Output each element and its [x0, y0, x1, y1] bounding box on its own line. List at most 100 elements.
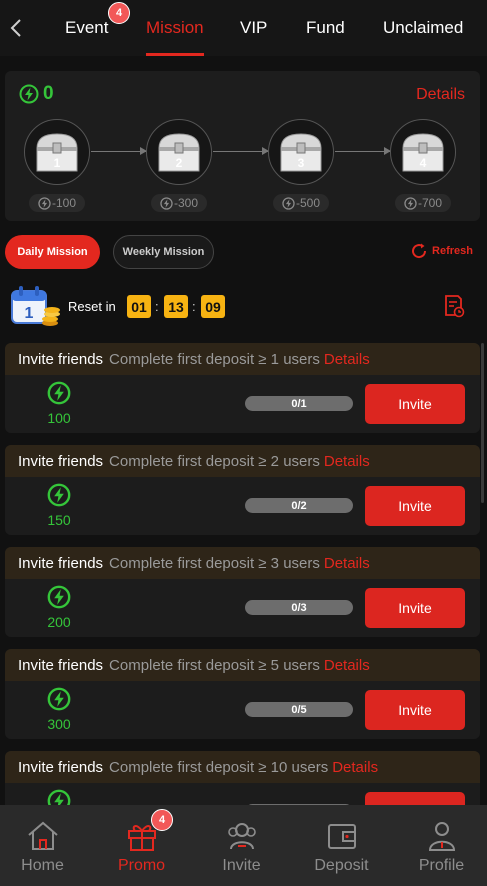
mission-title: Invite friends	[18, 656, 104, 674]
tab-event-label: Event	[65, 18, 109, 37]
timer-separator: :	[192, 299, 196, 314]
mission-card: Invite friends Complete first deposit ≥ …	[5, 445, 480, 535]
mission-title: Invite friends	[18, 452, 104, 470]
panel-details-link[interactable]: Details	[416, 86, 465, 104]
users-icon	[227, 823, 256, 850]
energy-icon	[47, 483, 71, 507]
energy-icon	[47, 789, 71, 805]
mission-description: Complete first deposit ≥ 1 users	[109, 350, 320, 368]
tab-event-badge: 4	[108, 2, 130, 24]
chest-number: 2	[175, 156, 183, 170]
mission-title: Invite friends	[18, 554, 104, 572]
mission-header: Invite friends Complete first deposit ≥ …	[5, 343, 480, 375]
mission-card: Invite friends Complete first deposit ≥ …	[5, 649, 480, 739]
bottom-nav: Home Promo 4 Invite Deposit Profile	[0, 805, 487, 886]
chest-4[interactable]: 4	[390, 119, 456, 185]
invite-button[interactable]: Invite	[365, 486, 465, 526]
chest-cost-value: -100	[51, 196, 77, 210]
mission-details-link[interactable]: Details	[324, 453, 370, 470]
arrow-connector	[91, 147, 147, 155]
chest-cost: -700	[395, 194, 451, 212]
mission-details-link[interactable]: Details	[324, 351, 370, 368]
chest-cost-value: -300	[173, 196, 199, 210]
mission-details-link[interactable]: Details	[324, 657, 370, 674]
invite-button[interactable]: Invite	[365, 384, 465, 424]
chest-progress-panel: 0 Details 1 2 3 4 -100 -300 -500 -700	[5, 71, 480, 221]
chest-2[interactable]: 2	[146, 119, 212, 185]
mission-description: Complete first deposit ≥ 5 users	[109, 656, 320, 674]
mission-list: Invite friends Complete first deposit ≥ …	[5, 343, 480, 805]
timer-seconds: 09	[201, 295, 225, 318]
invite-button[interactable]	[365, 792, 465, 805]
nav-profile-label: Profile	[418, 857, 465, 874]
arrow-connector	[335, 147, 391, 155]
mission-header: Invite friends Complete first deposit ≥ …	[5, 751, 480, 783]
energy-icon	[47, 381, 71, 405]
chest-number: 1	[53, 156, 61, 170]
nav-home[interactable]: Home	[0, 805, 91, 886]
nav-invite[interactable]: Invite	[193, 805, 290, 886]
refresh-icon	[412, 243, 427, 259]
tab-event[interactable]: Event	[65, 0, 108, 56]
chest-cost: -500	[273, 194, 329, 212]
mission-details-link[interactable]: Details	[332, 759, 378, 776]
mission-description: Complete first deposit ≥ 10 users	[109, 758, 329, 776]
wallet-icon	[327, 824, 356, 849]
tab-mission[interactable]: Mission	[146, 0, 204, 56]
nav-promo[interactable]: Promo	[93, 805, 190, 886]
tab-mission-label: Mission	[146, 18, 204, 37]
invite-button[interactable]: Invite	[365, 690, 465, 730]
tab-vip[interactable]: VIP	[240, 0, 267, 56]
tab-fund[interactable]: Fund	[306, 0, 345, 56]
daily-mission-button[interactable]: Daily Mission	[5, 235, 100, 269]
chest-3[interactable]: 3	[268, 119, 334, 185]
mission-reward: 150	[47, 512, 71, 528]
chevron-left-icon	[10, 19, 21, 37]
chest-cost: -100	[29, 194, 85, 212]
timer-minutes: 13	[164, 295, 188, 318]
mission-details-link[interactable]: Details	[324, 555, 370, 572]
mission-card: Invite friends Complete first deposit ≥ …	[5, 751, 480, 805]
nav-deposit-label: Deposit	[314, 857, 369, 874]
mission-title: Invite friends	[18, 758, 104, 776]
weekly-mission-button[interactable]: Weekly Mission	[113, 235, 214, 269]
calendar-icon: 1	[11, 286, 60, 326]
refresh-button[interactable]: Refresh	[410, 242, 473, 260]
energy-icon	[404, 196, 417, 210]
nav-profile[interactable]: Profile	[393, 805, 487, 886]
nav-home-label: Home	[21, 857, 64, 874]
mission-header: Invite friends Complete first deposit ≥ …	[5, 649, 480, 681]
energy-icon	[47, 687, 71, 711]
nav-invite-label: Invite	[222, 857, 261, 874]
home-icon	[27, 821, 58, 850]
energy-total-value: 0	[43, 83, 54, 104]
mission-reward: 200	[47, 614, 71, 630]
chest-1[interactable]: 1	[24, 119, 90, 185]
tab-unclaimed-label: Unclaimed	[383, 18, 464, 37]
energy-total: 0	[19, 83, 54, 105]
mission-reward: 300	[47, 716, 71, 732]
chest-cost-value: -700	[417, 196, 443, 210]
mission-progress: 0/3	[245, 600, 353, 615]
mission-progress: 0/1	[245, 396, 353, 411]
active-tab-indicator	[146, 53, 204, 56]
energy-icon	[47, 585, 71, 609]
back-button[interactable]	[6, 16, 26, 40]
chest-number: 3	[297, 156, 305, 170]
nav-promo-label: Promo	[117, 857, 166, 874]
mission-description: Complete first deposit ≥ 3 users	[109, 554, 320, 572]
invite-button[interactable]: Invite	[365, 588, 465, 628]
mission-progress: 0/2	[245, 498, 353, 513]
mission-title: Invite friends	[18, 350, 104, 368]
tab-unclaimed[interactable]: Unclaimed	[383, 0, 463, 56]
record-icon[interactable]	[443, 294, 465, 318]
refresh-label: Refresh	[432, 245, 473, 257]
scrollbar[interactable]	[481, 343, 484, 503]
chest-number: 4	[419, 156, 427, 170]
tab-fund-label: Fund	[306, 18, 345, 37]
energy-icon	[160, 196, 173, 210]
svg-text:1: 1	[25, 305, 34, 322]
nav-deposit[interactable]: Deposit	[293, 805, 390, 886]
mission-progress: 0/5	[245, 702, 353, 717]
timer-separator: :	[155, 299, 159, 314]
